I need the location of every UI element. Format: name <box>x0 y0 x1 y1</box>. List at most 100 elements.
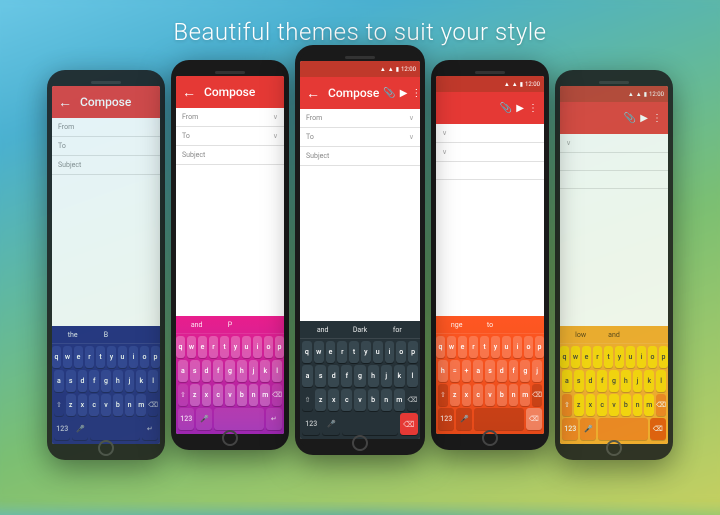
key-n[interactable]: n <box>633 394 643 416</box>
key-i[interactable]: i <box>637 346 646 368</box>
key-k[interactable]: k <box>260 360 270 382</box>
key-h[interactable]: h <box>368 365 379 387</box>
key-mic[interactable]: 🎤 <box>322 413 340 435</box>
key-n[interactable]: n <box>509 384 519 406</box>
key-c[interactable]: c <box>213 384 223 406</box>
key-w[interactable]: w <box>571 346 580 368</box>
key-shift[interactable]: ⇧ <box>178 384 188 406</box>
key-j[interactable]: j <box>249 360 259 382</box>
key-space[interactable] <box>214 408 263 430</box>
home-button[interactable] <box>606 440 622 456</box>
key-g[interactable]: g <box>520 360 530 382</box>
key-n[interactable]: n <box>381 389 392 411</box>
key-a[interactable]: a <box>178 360 188 382</box>
key-backspace[interactable]: ⌫ <box>656 394 666 416</box>
subject-field[interactable]: Subject <box>300 147 420 166</box>
home-button[interactable] <box>222 430 238 446</box>
key-space[interactable] <box>90 418 139 440</box>
key-r[interactable]: r <box>469 336 478 358</box>
key-num1[interactable]: = <box>450 360 460 382</box>
key-v[interactable]: v <box>609 394 619 416</box>
suggestion-2[interactable]: P <box>213 321 246 329</box>
more-icon[interactable]: ⋮ <box>411 88 420 99</box>
key-s[interactable]: s <box>190 360 200 382</box>
key-e[interactable]: e <box>74 346 83 368</box>
key-x[interactable]: x <box>328 389 339 411</box>
suggestion-2[interactable]: Dark <box>341 326 378 334</box>
key-return[interactable]: ⌫ <box>526 408 542 430</box>
key-n[interactable]: n <box>249 384 259 406</box>
key-p[interactable]: p <box>275 336 284 358</box>
key-z[interactable]: z <box>450 384 460 406</box>
key-i[interactable]: i <box>129 346 138 368</box>
send-icon[interactable]: ▶ <box>516 103 524 114</box>
key-s[interactable]: s <box>66 370 76 392</box>
key-k[interactable]: k <box>394 365 405 387</box>
key-d[interactable]: d <box>586 370 596 392</box>
suggestion-2[interactable]: to <box>473 321 506 329</box>
key-123[interactable]: 123 <box>302 413 320 435</box>
key-u[interactable]: u <box>626 346 635 368</box>
key-u[interactable]: u <box>242 336 251 358</box>
field-2[interactable] <box>560 153 668 171</box>
key-q[interactable]: q <box>52 346 61 368</box>
key-j[interactable]: j <box>125 370 135 392</box>
key-m[interactable]: m <box>394 389 405 411</box>
key-mic[interactable]: 🎤 <box>196 408 212 430</box>
key-s[interactable]: s <box>574 370 584 392</box>
key-c[interactable]: c <box>89 394 99 416</box>
key-o[interactable]: o <box>140 346 149 368</box>
key-w[interactable]: w <box>187 336 196 358</box>
key-l[interactable]: l <box>148 370 158 392</box>
key-w[interactable]: w <box>314 341 324 363</box>
field-2[interactable]: ∨ <box>436 143 544 162</box>
key-123[interactable]: 123 <box>438 408 454 430</box>
key-space[interactable] <box>598 418 647 440</box>
key-i[interactable]: i <box>513 336 522 358</box>
key-m[interactable]: m <box>136 394 146 416</box>
key-123[interactable]: 123 <box>178 408 194 430</box>
key-backspace[interactable]: ⌫ <box>532 384 542 406</box>
attach-icon[interactable]: 📎 <box>383 88 395 99</box>
suggestion-1[interactable]: and <box>180 321 213 329</box>
key-o[interactable]: o <box>524 336 533 358</box>
key-z[interactable]: z <box>315 389 326 411</box>
key-m[interactable]: m <box>520 384 530 406</box>
key-k[interactable]: k <box>644 370 654 392</box>
key-num2[interactable]: + <box>462 360 472 382</box>
key-j[interactable]: j <box>381 365 392 387</box>
key-i[interactable]: i <box>385 341 395 363</box>
key-x[interactable]: x <box>462 384 472 406</box>
back-button[interactable]: ← <box>306 85 320 102</box>
key-j[interactable]: j <box>532 360 542 382</box>
subject-field[interactable]: Subject <box>52 156 160 175</box>
key-return[interactable]: ↵ <box>266 408 282 430</box>
key-mic[interactable]: 🎤 <box>580 418 596 440</box>
suggestion-1[interactable]: and <box>304 326 341 334</box>
key-g[interactable]: g <box>225 360 235 382</box>
key-r[interactable]: r <box>593 346 602 368</box>
subject-field[interactable]: Subject <box>176 146 284 165</box>
key-e[interactable]: e <box>198 336 207 358</box>
key-z[interactable]: z <box>574 394 584 416</box>
key-c[interactable]: c <box>473 384 483 406</box>
field-3[interactable] <box>560 171 668 189</box>
key-a[interactable]: a <box>302 365 313 387</box>
key-q[interactable]: q <box>560 346 569 368</box>
key-return[interactable]: ⌫ <box>400 413 418 435</box>
key-p[interactable]: p <box>535 336 544 358</box>
to-field[interactable]: To ∨ <box>176 127 284 146</box>
key-a[interactable]: a <box>54 370 64 392</box>
key-a[interactable]: a <box>562 370 572 392</box>
key-o[interactable]: o <box>264 336 273 358</box>
key-shift[interactable]: ⇧ <box>302 389 313 411</box>
key-space[interactable] <box>474 408 523 430</box>
key-s[interactable]: s <box>315 365 326 387</box>
key-m[interactable]: m <box>260 384 270 406</box>
key-e[interactable]: e <box>458 336 467 358</box>
suggestion-1[interactable]: the <box>56 331 89 339</box>
key-t[interactable]: t <box>349 341 359 363</box>
key-l[interactable]: l <box>656 370 666 392</box>
key-p[interactable]: p <box>151 346 160 368</box>
key-k[interactable]: k <box>136 370 146 392</box>
